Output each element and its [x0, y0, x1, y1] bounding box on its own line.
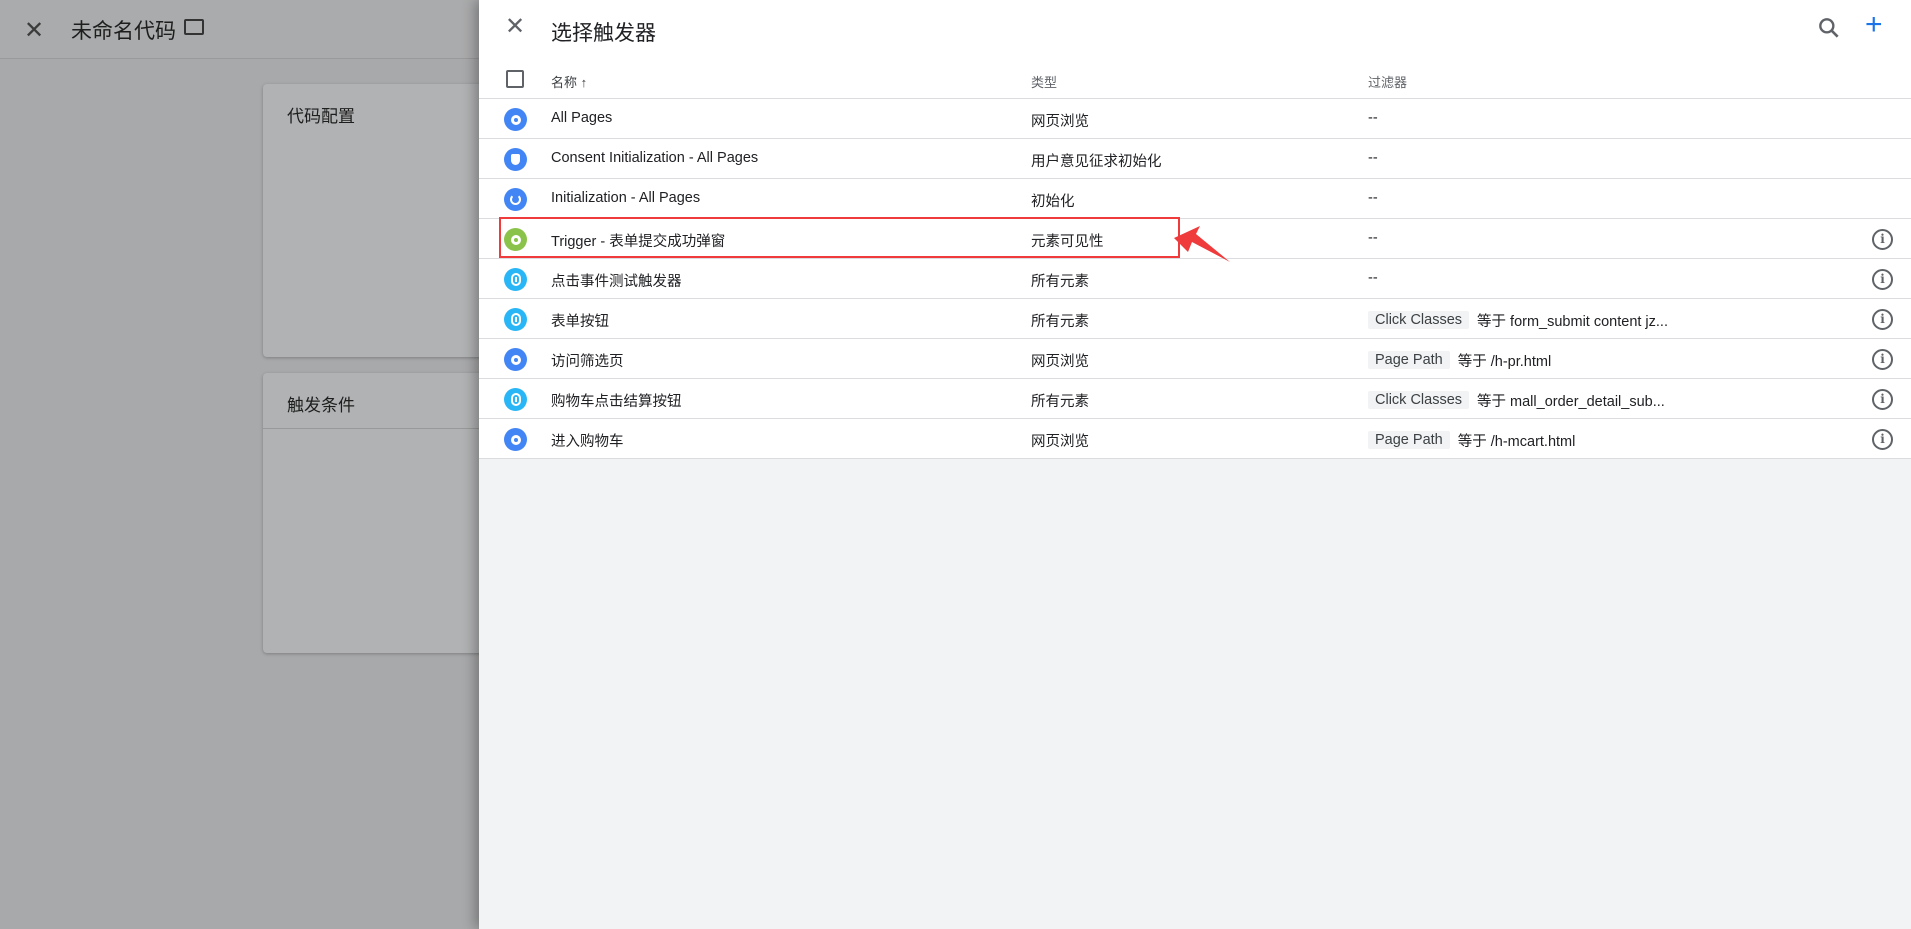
folder-icon[interactable]	[184, 19, 204, 35]
panel-header: ✕ 选择触发器 + 名称 ↑ 类型 过滤器	[479, 0, 1911, 99]
card-title: 代码配置	[287, 107, 355, 126]
trigger-row[interactable]: 访问筛选页 网页浏览 Page Path 等于 /h-pr.html i	[479, 339, 1911, 379]
trigger-row[interactable]: 点击事件测试触发器 所有元素 -- i	[479, 259, 1911, 299]
filter-condition: 等于 form_submit content jz...	[1477, 314, 1668, 330]
trigger-type: 网页浏览	[1031, 434, 1089, 450]
trigger-row[interactable]: 表单按钮 所有元素 Click Classes 等于 form_submit co…	[479, 299, 1911, 339]
info-icon[interactable]: i	[1872, 349, 1893, 370]
trigger-type: 网页浏览	[1031, 114, 1089, 130]
trigger-filter: --	[1368, 190, 1378, 206]
trigger-row[interactable]: All Pages 网页浏览 --	[479, 99, 1911, 139]
trigger-type: 所有元素	[1031, 314, 1089, 330]
shield-icon	[504, 148, 527, 171]
column-header-name[interactable]: 名称 ↑	[551, 72, 587, 91]
filter-variable-tag: Page Path	[1368, 430, 1450, 449]
trigger-name: 访问筛选页	[551, 354, 624, 370]
trigger-name: 进入购物车	[551, 434, 624, 450]
filter-condition: --	[1368, 230, 1378, 246]
trigger-row[interactable]: 进入购物车 网页浏览 Page Path 等于 /h-mcart.html i	[479, 419, 1911, 459]
trigger-row[interactable]: Trigger - 表单提交成功弹窗 元素可见性 -- i	[479, 219, 1911, 259]
trigger-list: All Pages 网页浏览 -- Consent Initialization…	[479, 99, 1911, 459]
trigger-name: 点击事件测试触发器	[551, 274, 682, 290]
eye-icon	[504, 428, 527, 451]
filter-condition: --	[1368, 150, 1378, 166]
trigger-filter: --	[1368, 230, 1378, 246]
close-icon[interactable]: ✕	[505, 12, 525, 41]
info-icon[interactable]: i	[1872, 429, 1893, 450]
choose-trigger-panel: ✕ 选择触发器 + 名称 ↑ 类型 过滤器 All Pages 网页浏览 -- …	[479, 0, 1911, 929]
trigger-type: 网页浏览	[1031, 354, 1089, 370]
mouse-icon	[504, 268, 527, 291]
filter-condition: 等于 /h-pr.html	[1457, 354, 1552, 370]
filter-condition: --	[1368, 190, 1378, 206]
power-icon	[504, 188, 527, 211]
filter-condition: 等于 /h-mcart.html	[1457, 434, 1576, 450]
trigger-type: 所有元素	[1031, 274, 1089, 290]
trigger-type: 初始化	[1031, 194, 1075, 210]
trigger-name: 购物车点击结算按钮	[551, 394, 682, 410]
mouse-icon	[504, 308, 527, 331]
trigger-name: Consent Initialization - All Pages	[551, 150, 759, 166]
select-all-checkbox[interactable]	[506, 70, 524, 88]
info-icon[interactable]: i	[1872, 389, 1893, 410]
trigger-name: All Pages	[551, 110, 613, 126]
filter-variable-tag: Click Classes	[1368, 310, 1470, 329]
card-title: 触发条件	[287, 396, 355, 415]
trigger-name: Initialization - All Pages	[551, 190, 701, 206]
trigger-name: 表单按钮	[551, 314, 609, 330]
trigger-row[interactable]: Initialization - All Pages 初始化 --	[479, 179, 1911, 219]
trigger-filter: --	[1368, 150, 1378, 166]
trigger-name: Trigger - 表单提交成功弹窗	[551, 234, 726, 250]
info-icon[interactable]: i	[1872, 269, 1893, 290]
trigger-filter: Page Path 等于 /h-mcart.html	[1368, 430, 1575, 451]
trigger-row[interactable]: 购物车点击结算按钮 所有元素 Click Classes 等于 mall_orde…	[479, 379, 1911, 419]
trigger-filter: Page Path 等于 /h-pr.html	[1368, 350, 1551, 371]
eye-icon	[504, 348, 527, 371]
column-header-type: 类型	[1031, 75, 1058, 90]
search-icon[interactable]	[1816, 15, 1842, 41]
mouse-icon	[504, 388, 527, 411]
filter-condition: 等于 mall_order_detail_sub...	[1477, 394, 1665, 410]
filter-variable-tag: Page Path	[1368, 350, 1450, 369]
add-trigger-button[interactable]: +	[1865, 8, 1883, 42]
eye-icon	[504, 108, 527, 131]
info-icon[interactable]: i	[1872, 309, 1893, 330]
column-header-filter: 过滤器	[1368, 75, 1408, 90]
filter-condition: --	[1368, 270, 1378, 286]
close-icon[interactable]: ✕	[24, 16, 44, 45]
tag-title: 未命名代码	[71, 20, 176, 43]
trigger-type: 元素可见性	[1031, 234, 1104, 250]
info-icon[interactable]: i	[1872, 229, 1893, 250]
filter-variable-tag: Click Classes	[1368, 390, 1470, 409]
trigger-filter: --	[1368, 110, 1378, 126]
trigger-filter: Click Classes 等于 form_submit content jz..…	[1368, 310, 1668, 331]
filter-condition: --	[1368, 110, 1378, 126]
trigger-type: 所有元素	[1031, 394, 1089, 410]
trigger-row[interactable]: Consent Initialization - All Pages 用户意见征…	[479, 139, 1911, 179]
eye-icon	[504, 228, 527, 251]
trigger-type: 用户意见征求初始化	[1031, 154, 1162, 170]
trigger-filter: Click Classes 等于 mall_order_detail_sub...	[1368, 390, 1665, 411]
trigger-filter: --	[1368, 270, 1378, 286]
panel-title: 选择触发器	[551, 22, 656, 45]
